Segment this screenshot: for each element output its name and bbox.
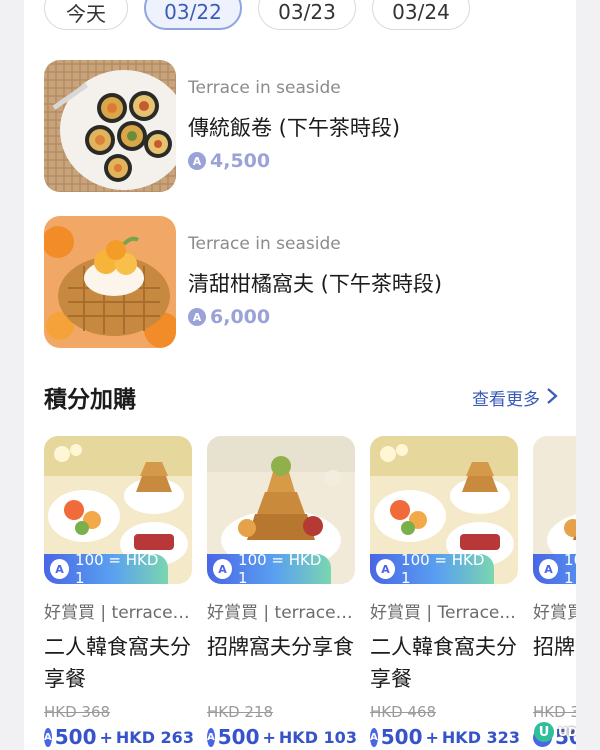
- see-more-label: 查看更多: [472, 390, 540, 410]
- points-coin-icon: A: [207, 727, 215, 747]
- points-rate-badge: A 100 = HKD 1: [533, 551, 576, 584]
- points-coin-icon: A: [50, 559, 70, 579]
- cash-price: HKD 263: [115, 727, 194, 747]
- product-image-rice-rolls: [44, 60, 176, 192]
- offer-price: A 500 + HKD 263: [44, 725, 194, 749]
- offer-price: A 500 + HKD 323: [370, 725, 520, 749]
- points-rate-badge: A 100 = HKD 1: [44, 551, 168, 584]
- points-value: 6,000: [210, 306, 271, 328]
- offer-image: A 100 = HKD 1: [370, 436, 518, 584]
- points-price: A 6,000: [188, 306, 270, 328]
- rate-label: 100 = HKD 1: [564, 551, 576, 584]
- points-value: 4,500: [210, 150, 271, 172]
- date-tab[interactable]: 03/23: [258, 0, 356, 30]
- chevron-right-icon: [546, 387, 558, 408]
- date-tab-today[interactable]: 今天: [44, 0, 128, 30]
- content-card: 今天 03/22 03/23 03/24 Terrace in seaside …: [24, 0, 576, 750]
- product-image-citrus-waffle: [44, 216, 176, 348]
- points-offer-card[interactable]: A 100 = HKD 1 好賞買 | terrace ... 二人韓食窩夫分享…: [44, 436, 194, 749]
- points-coin-icon: A: [370, 727, 378, 747]
- original-price: HKD 468: [370, 703, 437, 721]
- offer-price: A 500 + HKD 103: [207, 725, 357, 749]
- points-offer-card[interactable]: A 100 = HKD 1 好賞買 | Terrace... 二人韓食窩夫分享餐…: [370, 436, 520, 749]
- store-name: Terrace in seaside: [188, 234, 341, 254]
- plus-sign: +: [262, 727, 276, 747]
- offer-store: 好賞買 |: [533, 603, 576, 623]
- watermark-text: UDN: [558, 725, 576, 739]
- watermark-badge: U: [534, 722, 554, 742]
- original-price: HKD 3: [533, 703, 576, 721]
- product-name: 傳統飯卷 (下午茶時段): [188, 116, 401, 140]
- points-required: 500: [380, 725, 423, 749]
- product-item[interactable]: Terrace in seaside 清甜柑橘窩夫 (下午茶時段) A 6,00…: [44, 216, 556, 348]
- cash-price: HKD 323: [441, 727, 520, 747]
- original-price: HKD 368: [44, 703, 111, 721]
- offer-image: A 100 = HKD 1: [533, 436, 576, 584]
- points-required: 500: [217, 725, 260, 749]
- date-tabs: 今天 03/22 03/23 03/24: [44, 0, 470, 30]
- see-more-link[interactable]: 查看更多: [472, 385, 558, 410]
- offer-image: A 100 = HKD 1: [44, 436, 192, 584]
- points-rate-badge: A 100 = HKD 1: [207, 551, 331, 584]
- offer-name: 二人韓食窩夫分享餐: [370, 635, 517, 691]
- rate-label: 100 = HKD 1: [401, 551, 485, 584]
- plus-sign: +: [425, 727, 439, 747]
- points-coin-icon: A: [44, 727, 52, 747]
- offer-name: 招牌窩夫分享食: [207, 635, 354, 659]
- points-coin-icon: A: [376, 559, 396, 579]
- rate-label: 100 = HKD 1: [75, 551, 159, 584]
- original-price: HKD 218: [207, 703, 274, 721]
- plus-sign: +: [99, 727, 113, 747]
- points-offer-card[interactable]: A 100 = HKD 1 好賞買 | terrace ... 招牌窩夫分享食 …: [207, 436, 357, 749]
- points-coin-icon: A: [539, 559, 559, 579]
- points-rate-badge: A 100 = HKD 1: [370, 551, 494, 584]
- points-coin-icon: A: [188, 308, 206, 326]
- offer-name: 二人韓食窩夫分享餐: [44, 635, 191, 691]
- points-offer-card-partial[interactable]: A 100 = HKD 1 好賞買 | 招牌窩夫分享食 HKD 3 A 50: [533, 436, 576, 749]
- offer-store: 好賞買 | Terrace...: [370, 603, 516, 623]
- cash-price: HKD 103: [278, 727, 357, 747]
- points-coin-icon: A: [213, 559, 233, 579]
- offer-name: 招牌窩夫分享食: [533, 635, 576, 659]
- rate-label: 100 = HKD 1: [238, 551, 322, 584]
- offer-store: 好賞買 | terrace ...: [44, 603, 194, 623]
- watermark-logo: U UDN: [534, 722, 576, 742]
- section-title: 積分加購: [44, 387, 136, 413]
- date-tab-selected[interactable]: 03/22: [144, 0, 242, 30]
- points-price: A 4,500: [188, 150, 270, 172]
- points-required: 500: [54, 725, 97, 749]
- store-name: Terrace in seaside: [188, 78, 341, 98]
- date-tab[interactable]: 03/24: [372, 0, 470, 30]
- offer-store: 好賞買 | terrace ...: [207, 603, 357, 623]
- points-coin-icon: A: [188, 152, 206, 170]
- product-name: 清甜柑橘窩夫 (下午茶時段): [188, 272, 443, 296]
- product-item[interactable]: Terrace in seaside 傳統飯卷 (下午茶時段) A 4,500: [44, 60, 556, 192]
- offer-image: A 100 = HKD 1: [207, 436, 355, 584]
